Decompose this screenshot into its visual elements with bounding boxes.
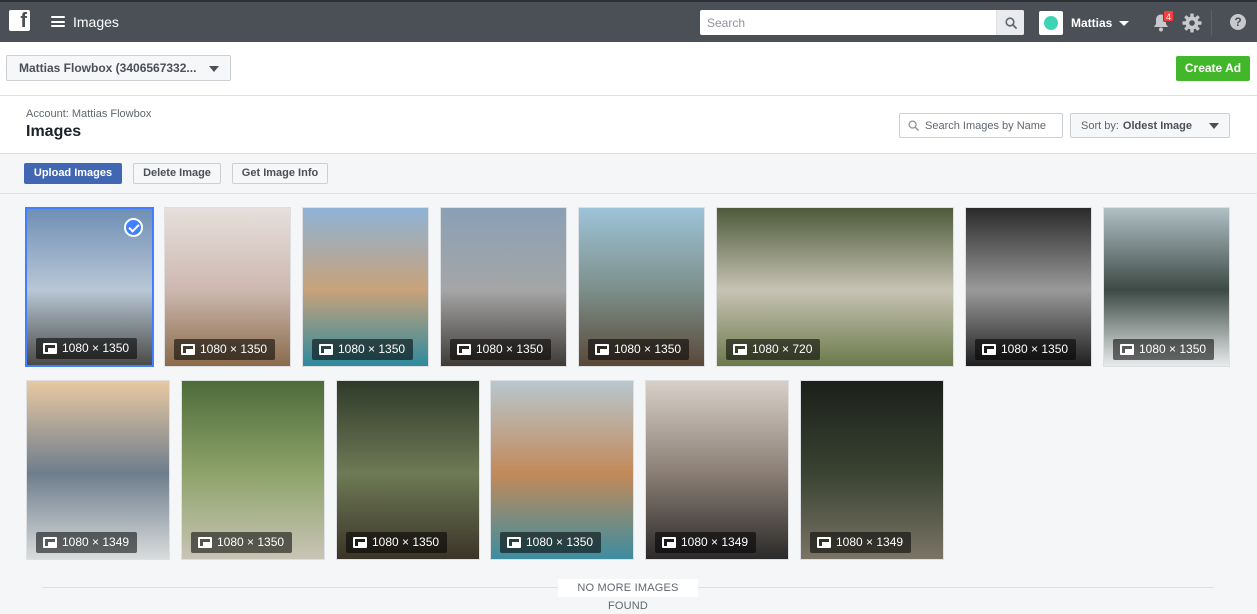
- image-tile[interactable]: 1080 × 1350: [578, 207, 705, 367]
- dimensions-text: 1080 × 1349: [681, 535, 749, 549]
- dimensions-text: 1080 × 1350: [1139, 342, 1207, 356]
- image-icon: [1120, 344, 1134, 355]
- dimensions-text: 1080 × 1350: [62, 341, 130, 355]
- account-selector[interactable]: Mattias Flowbox (3406567332...: [6, 55, 231, 81]
- dimensions-text: 1080 × 1350: [476, 342, 544, 356]
- get-image-info-button[interactable]: Get Image Info: [232, 163, 328, 184]
- upload-images-button[interactable]: Upload Images: [24, 163, 122, 184]
- image-tile[interactable]: 1080 × 1350: [302, 207, 429, 367]
- search-button[interactable]: [996, 10, 1024, 35]
- notification-badge: 4: [1163, 10, 1175, 22]
- dimensions-badge: 1080 × 1350: [588, 339, 690, 360]
- dimensions-badge: 1080 × 1350: [346, 532, 448, 553]
- image-tile[interactable]: 1080 × 1350: [965, 207, 1092, 367]
- image-icon: [982, 344, 996, 355]
- image-tile[interactable]: 1080 × 1350: [440, 207, 567, 367]
- image-icon: [353, 537, 367, 548]
- dimensions-text: 1080 × 1350: [1001, 342, 1069, 356]
- image-icon: [662, 537, 676, 548]
- chevron-down-icon: [1119, 20, 1130, 26]
- dimensions-text: 1080 × 1350: [372, 535, 440, 549]
- dimensions-text: 1080 × 1350: [614, 342, 682, 356]
- chevron-down-icon: [1209, 123, 1219, 129]
- page-header: Account: Mattias Flowbox Images Sort by:…: [0, 96, 1257, 154]
- image-icon: [507, 537, 521, 548]
- dimensions-text: 1080 × 1350: [200, 342, 268, 356]
- dimensions-text: 1080 × 1349: [836, 535, 904, 549]
- dimensions-text: 1080 × 1350: [217, 535, 285, 549]
- topbar-divider: [1211, 10, 1212, 36]
- image-tile[interactable]: 1080 × 1349: [26, 380, 170, 560]
- avatar: [1039, 11, 1063, 35]
- dimensions-badge: 1080 × 1350: [36, 338, 138, 359]
- account-label: Account: Mattias Flowbox: [26, 108, 152, 120]
- sort-prefix: Sort by:: [1081, 119, 1119, 132]
- dimensions-badge: 1080 × 1349: [810, 532, 912, 553]
- image-tile[interactable]: 1080 × 1350: [25, 207, 154, 367]
- svg-text:?: ?: [1234, 15, 1241, 29]
- dimensions-badge: 1080 × 720: [726, 339, 821, 360]
- facebook-logo-icon[interactable]: f: [9, 10, 30, 31]
- help-icon[interactable]: ?: [1229, 13, 1247, 31]
- page-title: Images: [26, 123, 82, 140]
- global-search-input[interactable]: [700, 10, 996, 35]
- image-tile[interactable]: 1080 × 1350: [1103, 207, 1230, 367]
- top-bar: f Images Mattias 4 ?: [0, 0, 1257, 42]
- image-toolbar: Upload Images Delete Image Get Image Inf…: [0, 154, 1257, 194]
- global-search: [700, 10, 1024, 35]
- sort-value: Oldest Image: [1122, 119, 1192, 132]
- image-icon: [457, 344, 471, 355]
- user-menu[interactable]: Mattias: [1039, 11, 1130, 35]
- image-tile[interactable]: 1080 × 1350: [181, 380, 325, 560]
- sort-dropdown[interactable]: Sort by: Oldest Image: [1070, 113, 1230, 138]
- image-icon: [319, 344, 333, 355]
- user-name: Mattias: [1071, 16, 1113, 30]
- search-icon: [908, 120, 919, 131]
- image-icon: [595, 344, 609, 355]
- image-search: [899, 113, 1063, 138]
- image-tile[interactable]: 1080 × 1349: [645, 380, 789, 560]
- image-tile[interactable]: 1080 × 720: [716, 207, 954, 367]
- dimensions-badge: 1080 × 1350: [174, 339, 276, 360]
- gear-icon[interactable]: [1182, 13, 1202, 33]
- dimensions-badge: 1080 × 1350: [191, 532, 293, 553]
- dimensions-badge: 1080 × 1349: [36, 532, 138, 553]
- dimensions-text: 1080 × 1349: [62, 535, 130, 549]
- delete-image-button[interactable]: Delete Image: [133, 163, 221, 184]
- dimensions-badge: 1080 × 1350: [450, 339, 552, 360]
- create-ad-button[interactable]: Create Ad: [1176, 56, 1250, 81]
- dimensions-badge: 1080 × 1350: [975, 339, 1077, 360]
- image-tile[interactable]: 1080 × 1350: [490, 380, 634, 560]
- search-icon: [1004, 16, 1017, 29]
- image-search-input[interactable]: [925, 119, 1061, 132]
- selected-check-icon: [124, 218, 143, 237]
- app-title: Images: [73, 14, 119, 30]
- account-bar: Mattias Flowbox (3406567332... Create Ad: [0, 42, 1257, 96]
- hamburger-menu-icon[interactable]: [51, 16, 65, 27]
- image-icon: [43, 343, 57, 354]
- image-tile[interactable]: 1080 × 1350: [164, 207, 291, 367]
- dimensions-badge: 1080 × 1350: [500, 532, 602, 553]
- image-tile[interactable]: 1080 × 1349: [800, 380, 944, 560]
- image-tile[interactable]: 1080 × 1350: [336, 380, 480, 560]
- no-more-images-text: NO MORE IMAGES FOUND: [558, 579, 698, 612]
- dimensions-text: 1080 × 720: [752, 342, 813, 356]
- image-icon: [181, 344, 195, 355]
- chevron-down-icon: [209, 66, 219, 72]
- image-icon: [43, 537, 57, 548]
- dimensions-text: 1080 × 1350: [526, 535, 594, 549]
- dimensions-badge: 1080 × 1349: [655, 532, 757, 553]
- dimensions-badge: 1080 × 1350: [312, 339, 414, 360]
- image-icon: [198, 537, 212, 548]
- image-icon: [817, 537, 831, 548]
- dimensions-text: 1080 × 1350: [338, 342, 406, 356]
- account-selector-label: Mattias Flowbox (3406567332...: [19, 61, 197, 75]
- dimensions-badge: 1080 × 1350: [1113, 339, 1215, 360]
- image-icon: [733, 344, 747, 355]
